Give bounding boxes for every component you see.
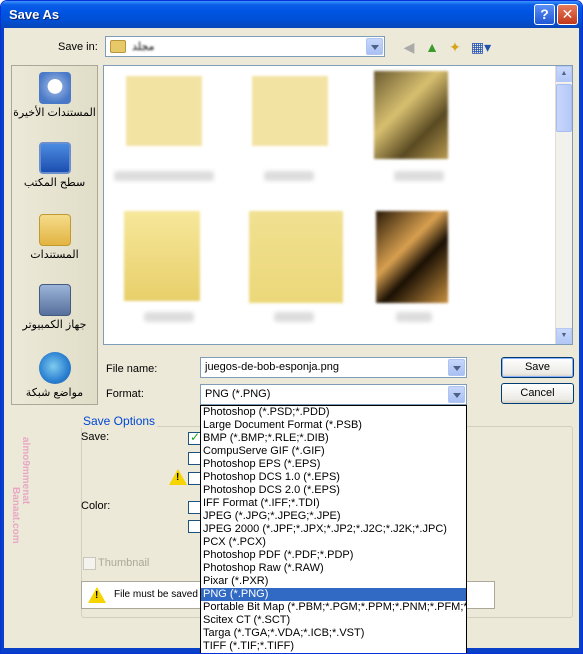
place-network[interactable]: مواضع شبكة bbox=[12, 352, 97, 399]
thumbnail-caption bbox=[114, 171, 214, 181]
warning-icon: ! bbox=[88, 587, 106, 603]
image-thumbnail[interactable] bbox=[376, 211, 448, 303]
place-label: سطح المكتب bbox=[23, 177, 86, 189]
save-options-title: Save Options bbox=[81, 414, 158, 428]
chevron-down-icon[interactable] bbox=[366, 38, 383, 55]
save-in-label: Save in: bbox=[58, 41, 98, 53]
file-list-scrollbar[interactable]: ▲ ▼ bbox=[555, 66, 572, 344]
format-option[interactable]: Targa (*.TGA;*.VDA;*.ICB;*.VST) bbox=[201, 627, 466, 640]
folder-thumbnail[interactable] bbox=[126, 76, 202, 146]
save-label: Save: bbox=[81, 431, 110, 443]
warning-text: File must be saved bbox=[114, 589, 198, 600]
image-thumbnail[interactable] bbox=[249, 211, 343, 303]
folder-icon bbox=[110, 40, 126, 53]
file-list[interactable]: ▲ ▼ bbox=[103, 65, 573, 345]
save-in-dropdown[interactable]: مجلد bbox=[105, 36, 385, 57]
new-folder-icon[interactable]: ✦ bbox=[445, 37, 465, 57]
format-option[interactable]: Portable Bit Map (*.PBM;*.PGM;*.PPM;*.PN… bbox=[201, 601, 466, 614]
format-option[interactable]: Photoshop EPS (*.EPS) bbox=[201, 458, 466, 471]
back-icon[interactable]: ◀ bbox=[399, 37, 419, 57]
image-thumbnail[interactable] bbox=[374, 71, 448, 159]
folder-thumbnail[interactable] bbox=[252, 76, 328, 146]
file-name-field[interactable]: juegos-de-bob-esponja.png bbox=[200, 357, 467, 378]
watermark-text: Banaat.com bbox=[10, 487, 21, 544]
scroll-up-icon[interactable]: ▲ bbox=[556, 66, 572, 82]
place-label: مواضع شبكة bbox=[25, 387, 84, 399]
thumbnail-caption bbox=[274, 312, 314, 322]
file-name-label: File name: bbox=[106, 363, 158, 375]
format-label: Format: bbox=[106, 388, 144, 400]
color-label: Color: bbox=[81, 500, 111, 512]
title-bar[interactable]: Save As ? ✕ bbox=[1, 1, 582, 28]
scroll-thumb[interactable] bbox=[556, 84, 572, 132]
help-button[interactable]: ? bbox=[534, 4, 555, 25]
up-folder-icon[interactable]: ▲ bbox=[422, 37, 442, 57]
save-button[interactable]: Save bbox=[501, 357, 574, 378]
place-recent-documents[interactable]: المستندات الأخيرة bbox=[12, 72, 97, 119]
my-computer-icon bbox=[38, 284, 71, 316]
watermark-text: almo9mmenat bbox=[20, 437, 31, 505]
thumbnail-label: Thumbnail bbox=[98, 557, 150, 569]
place-my-documents[interactable]: المستندات bbox=[12, 214, 97, 261]
format-option[interactable]: PCX (*.PCX) bbox=[201, 536, 466, 549]
format-option[interactable]: Pixar (*.PXR) bbox=[201, 575, 466, 588]
format-option[interactable]: IFF Format (*.IFF;*.TDI) bbox=[201, 497, 466, 510]
chevron-down-icon[interactable] bbox=[448, 386, 465, 403]
recent-documents-icon bbox=[38, 72, 71, 104]
place-label: المستندات الأخيرة bbox=[13, 107, 96, 119]
checkmark-icon: ✓ bbox=[190, 430, 201, 444]
format-option[interactable]: Photoshop Raw (*.RAW) bbox=[201, 562, 466, 575]
format-option[interactable]: CompuServe GIF (*.GIF) bbox=[201, 445, 466, 458]
window-frame-left bbox=[1, 28, 4, 650]
format-option[interactable]: JPEG (*.JPG;*.JPEG;*.JPE) bbox=[201, 510, 466, 523]
place-my-computer[interactable]: جهاز الكمبيوتر bbox=[12, 284, 97, 331]
format-option[interactable]: Photoshop PDF (*.PDF;*.PDP) bbox=[201, 549, 466, 562]
format-dropdown-list[interactable]: Photoshop (*.PSD;*.PDD) Large Document Fo… bbox=[200, 405, 467, 653]
thumbnail-caption bbox=[396, 312, 432, 322]
format-dropdown[interactable]: PNG (*.PNG) bbox=[200, 384, 467, 405]
format-option[interactable]: JPEG 2000 (*.JPF;*.JPX;*.JP2;*.J2C;*.J2K… bbox=[201, 523, 466, 536]
view-menu-icon[interactable]: ▦▾ bbox=[469, 37, 493, 57]
close-button[interactable]: ✕ bbox=[557, 4, 578, 25]
format-option[interactable]: PNG (*.PNG) bbox=[201, 588, 466, 601]
my-documents-icon bbox=[38, 214, 71, 246]
desktop-icon bbox=[38, 142, 71, 174]
place-desktop[interactable]: سطح المكتب bbox=[12, 142, 97, 189]
format-option[interactable]: Large Document Format (*.PSB) bbox=[201, 419, 466, 432]
place-label: جهاز الكمبيوتر bbox=[22, 319, 87, 331]
window-frame-right bbox=[579, 28, 582, 650]
thumbnail-caption bbox=[394, 171, 444, 181]
thumbnail-caption bbox=[144, 312, 194, 322]
thumbnail-caption bbox=[264, 171, 314, 181]
image-thumbnail[interactable] bbox=[124, 211, 200, 301]
format-option[interactable]: Photoshop DCS 1.0 (*.EPS) bbox=[201, 471, 466, 484]
warning-icon: ! bbox=[169, 469, 187, 485]
cancel-button[interactable]: Cancel bbox=[501, 383, 574, 404]
format-option[interactable]: Scitex CT (*.SCT) bbox=[201, 614, 466, 627]
thumbnail-checkbox[interactable] bbox=[83, 557, 96, 570]
chevron-down-icon[interactable] bbox=[448, 359, 465, 376]
format-option[interactable]: Photoshop DCS 2.0 (*.EPS) bbox=[201, 484, 466, 497]
places-bar: المستندات الأخيرة سطح المكتب المستندات ج… bbox=[11, 65, 98, 405]
save-as-dialog: Save As ? ✕ Save in: مجلد ◀ ▲ ✦ ▦▾ المست… bbox=[0, 0, 583, 654]
place-label: المستندات bbox=[30, 249, 79, 261]
window-title: Save As bbox=[9, 7, 60, 22]
format-option[interactable]: Photoshop (*.PSD;*.PDD) bbox=[201, 406, 466, 419]
file-name-value: juegos-de-bob-esponja.png bbox=[205, 361, 339, 373]
save-in-value: مجلد bbox=[132, 41, 155, 53]
format-option[interactable]: TIFF (*.TIF;*.TIFF) bbox=[201, 640, 466, 653]
format-value: PNG (*.PNG) bbox=[205, 388, 271, 400]
scroll-down-icon[interactable]: ▼ bbox=[556, 328, 572, 344]
network-places-icon bbox=[38, 352, 71, 384]
format-option[interactable]: BMP (*.BMP;*.RLE;*.DIB) bbox=[201, 432, 466, 445]
